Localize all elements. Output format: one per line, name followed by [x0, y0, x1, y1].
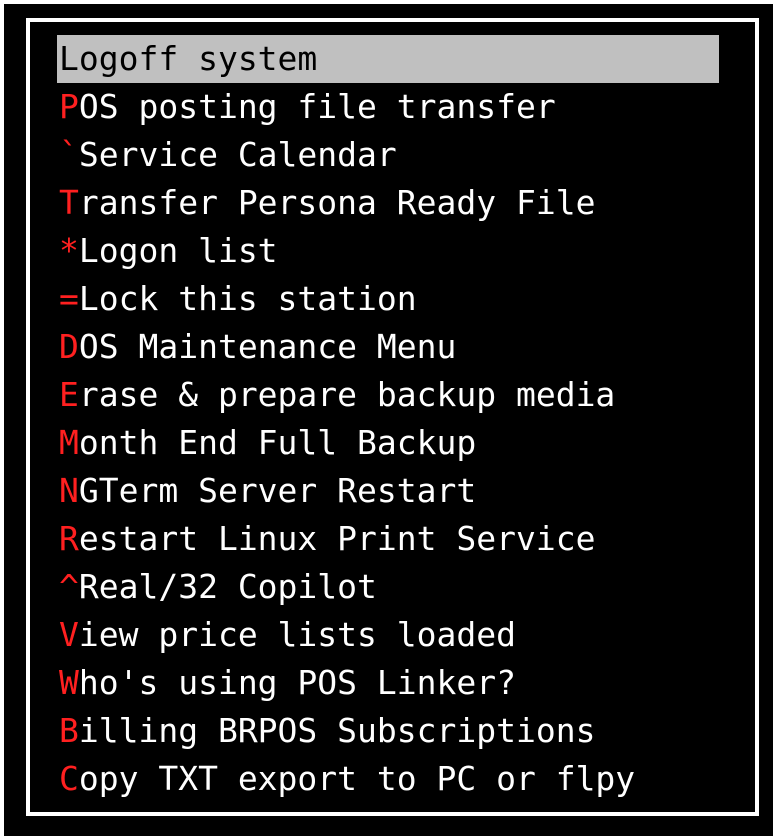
menu-item-hotkey: =: [59, 279, 79, 318]
menu-item-label: estart Linux Print Service: [78, 519, 596, 558]
menu-item-label: Real/32 Copilot: [78, 567, 377, 606]
menu-item-hotkey: ^: [59, 567, 79, 606]
menu-item-hotkey: M: [59, 423, 79, 462]
menu-item-label: OS posting file transfer: [78, 87, 556, 126]
menu-item-label: opy TXT export to PC or flpy: [78, 759, 636, 798]
menu-item-hotkey: N: [59, 471, 79, 510]
menu-item-month-end-full-backup[interactable]: Month End Full Backup: [57, 419, 719, 467]
menu-item-pos-posting-file-transfer[interactable]: POS posting file transfer: [57, 83, 719, 131]
menu-item-hotkey: B: [59, 711, 79, 750]
menu-item-service-calendar[interactable]: `Service Calendar: [57, 131, 719, 179]
menu-item-copy-txt-export[interactable]: Copy TXT export to PC or flpy: [57, 755, 719, 803]
menu-item-hotkey: D: [59, 327, 79, 366]
menu-item-logoff-system[interactable]: Logoff system: [57, 35, 719, 83]
menu-item-hotkey: *: [59, 231, 79, 270]
menu-item-label: ransfer Persona Ready File: [78, 183, 596, 222]
menu-item-label: Logon list: [78, 231, 278, 270]
menu-item-billing-brpos-subscriptions[interactable]: Billing BRPOS Subscriptions: [57, 707, 719, 755]
menu-item-restart-linux-print-service[interactable]: Restart Linux Print Service: [57, 515, 719, 563]
menu-window: Logoff system POS posting file transfer …: [4, 4, 773, 836]
menu-item-erase-prepare-backup-media[interactable]: Erase & prepare backup media: [57, 371, 719, 419]
menu-item-label: GTerm Server Restart: [78, 471, 477, 510]
menu-item-hotkey: W: [59, 663, 79, 702]
menu-item-hotkey: P: [59, 87, 79, 126]
menu-item-label: Service Calendar: [78, 135, 397, 174]
menu-item-whos-using-pos-linker[interactable]: Who's using POS Linker?: [57, 659, 719, 707]
menu-item-lock-this-station[interactable]: =Lock this station: [57, 275, 719, 323]
menu-item-label: rase & prepare backup media: [78, 375, 616, 414]
menu-list: Logoff system POS posting file transfer …: [57, 35, 719, 803]
menu-item-label: iew price lists loaded: [78, 615, 516, 654]
menu-item-dos-maintenance-menu[interactable]: DOS Maintenance Menu: [57, 323, 719, 371]
menu-item-hotkey: V: [59, 615, 79, 654]
menu-item-logon-list[interactable]: *Logon list: [57, 227, 719, 275]
menu-item-ngterm-server-restart[interactable]: NGTerm Server Restart: [57, 467, 719, 515]
menu-item-label: ogoff system: [78, 39, 318, 78]
menu-item-hotkey: E: [59, 375, 79, 414]
menu-item-label: illing BRPOS Subscriptions: [78, 711, 596, 750]
menu-item-hotkey: `: [59, 135, 79, 174]
menu-item-label: OS Maintenance Menu: [78, 327, 457, 366]
menu-item-real32-copilot[interactable]: ^Real/32 Copilot: [57, 563, 719, 611]
menu-item-hotkey: C: [59, 759, 79, 798]
menu-item-hotkey: R: [59, 519, 79, 558]
menu-item-label: onth End Full Backup: [78, 423, 477, 462]
menu-item-label: ho's using POS Linker?: [78, 663, 516, 702]
menu-item-label: Lock this station: [78, 279, 417, 318]
menu-item-hotkey: T: [59, 183, 79, 222]
menu-item-transfer-persona-ready-file[interactable]: Transfer Persona Ready File: [57, 179, 719, 227]
menu-item-hotkey: L: [59, 39, 79, 78]
menu-item-view-price-lists-loaded[interactable]: View price lists loaded: [57, 611, 719, 659]
